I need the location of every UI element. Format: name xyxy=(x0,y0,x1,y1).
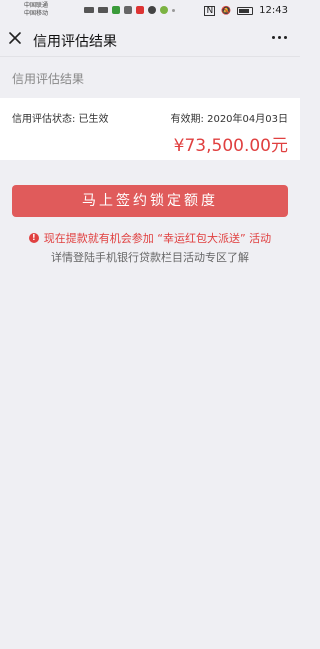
chat-icon xyxy=(148,6,156,14)
alert-icon: ! xyxy=(28,233,39,243)
validity-date: 有效期: 2020年04月03日 xyxy=(170,114,288,125)
nav-bar: 信用评估结果 xyxy=(0,24,300,56)
page-title: 信用评估结果 xyxy=(33,34,117,50)
mute-icon: 🔕 xyxy=(221,6,232,15)
app-icon-2 xyxy=(160,6,168,14)
briefcase-icon xyxy=(124,6,132,14)
notice-line-1: ! 现在提款就有机会参加 “幸运红包大派送” 活动 xyxy=(0,230,300,246)
more-icon[interactable] xyxy=(272,32,290,42)
section-header: 信用评估结果 xyxy=(0,56,300,98)
sign-lock-quota-button[interactable]: 马上签约锁定额度 xyxy=(12,185,288,217)
carrier-2: 中国移动 xyxy=(24,10,49,17)
close-icon[interactable] xyxy=(8,31,22,45)
notice-text-2: 详情登陆手机银行贷款栏目活动专区了解 xyxy=(51,251,249,264)
currency-symbol: ¥ xyxy=(173,136,185,156)
notice-text-1: 现在提款就有机会参加 “幸运红包大派送” 活动 xyxy=(43,232,272,245)
result-card: 信用评估状态: 已生效 有效期: 2020年04月03日 ¥73,500.00元 xyxy=(0,98,300,160)
carrier-info: 中国联通 中国移动 xyxy=(24,2,48,18)
evaluation-status: 信用评估状态: 已生效 xyxy=(12,114,109,125)
status-right: N 🔕 12:43 xyxy=(204,5,288,16)
app-icon xyxy=(112,6,120,14)
status-bar: 中国联通 中国移动 N 🔕 12:43 xyxy=(0,0,300,24)
battery-icon xyxy=(237,6,254,15)
section-title: 信用评估结果 xyxy=(12,72,85,86)
carrier-1: 中国联通 xyxy=(24,2,49,9)
signal-icon xyxy=(84,7,94,13)
dot-icon xyxy=(172,8,175,12)
amount-unit: 元 xyxy=(271,136,288,156)
amount-value: 73,500.00 xyxy=(184,136,271,156)
promo-notice: ! 现在提款就有机会参加 “幸运红包大派送” 活动 详情登陆手机银行贷款栏目活动… xyxy=(0,230,300,265)
nfc-icon: N xyxy=(204,5,216,16)
credit-amount: ¥73,500.00元 xyxy=(174,131,288,156)
notification-icon xyxy=(136,6,144,14)
clock: 12:43 xyxy=(259,5,288,16)
signal-icon-2 xyxy=(98,7,108,13)
status-icons xyxy=(84,6,175,14)
